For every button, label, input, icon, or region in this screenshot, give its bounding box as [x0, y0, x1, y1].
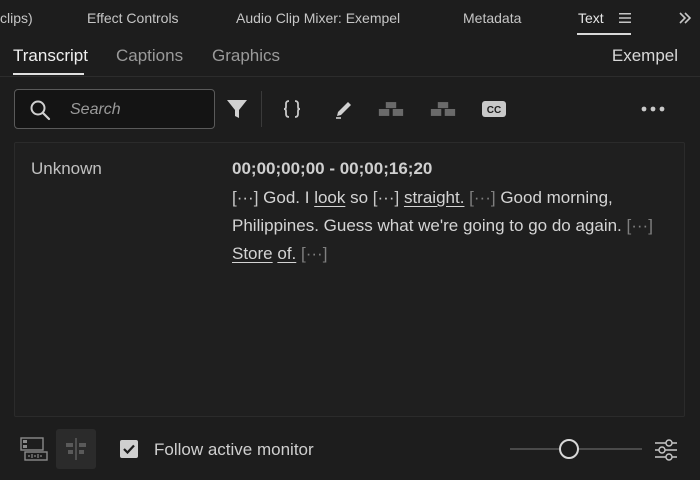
panel-tab-bar: clips) Effect Controls Audio Clip Mixer:…	[0, 0, 700, 38]
more-options-icon[interactable]	[640, 96, 666, 122]
panel-menu-icon[interactable]	[618, 11, 632, 25]
transcript-word[interactable]: Store	[232, 244, 273, 263]
active-subtab-underline	[13, 73, 84, 75]
search-icon	[30, 100, 51, 121]
sequence-name: Exempel	[611, 46, 678, 65]
split-speaker-icon[interactable]	[430, 96, 456, 122]
svg-text:CC: CC	[487, 105, 501, 116]
pause-marker[interactable]: [···]	[232, 188, 258, 207]
pause-marker[interactable]: [···]	[301, 244, 327, 263]
filter-icon[interactable]	[224, 96, 250, 122]
follow-monitor-checkbox[interactable]	[120, 440, 138, 458]
tab-effect-controls[interactable]: Effect Controls	[87, 10, 179, 26]
tab-metadata[interactable]: Metadata	[463, 10, 521, 26]
subtab-captions[interactable]: Captions	[116, 46, 183, 66]
subtab-graphics[interactable]: Graphics	[212, 46, 280, 66]
transcript-word[interactable]: look	[314, 188, 345, 207]
tab-audio-clip-mixer[interactable]: Audio Clip Mixer: Exempel	[236, 10, 400, 26]
subtab-transcript[interactable]: Transcript	[13, 46, 88, 66]
transcript-word[interactable]: God. I	[258, 188, 314, 207]
text-panel-subtabs: Transcript Captions Graphics Exempel	[0, 38, 700, 78]
settings-sliders-icon[interactable]	[653, 437, 679, 463]
align-segments-icon[interactable]	[56, 429, 96, 469]
search-field[interactable]	[14, 89, 215, 129]
follow-monitor-label: Follow active monitor	[154, 440, 314, 459]
pause-marker[interactable]: [···]	[469, 188, 495, 207]
tab-clips[interactable]: clips)	[0, 10, 33, 26]
pause-marker[interactable]: [···]	[373, 188, 399, 207]
transcript-panel: Unknown 00;00;00;00 - 00;00;16;20 [···] …	[14, 142, 685, 417]
edit-pencil-icon[interactable]	[331, 96, 357, 122]
active-tab-underline	[577, 33, 631, 35]
sequence-clip-icon[interactable]	[14, 429, 54, 469]
transcript-word[interactable]: of.	[277, 244, 296, 263]
toolbar-separator	[261, 91, 262, 127]
pause-marker[interactable]: [···]	[627, 216, 653, 235]
checkmark-icon	[123, 444, 135, 455]
tab-text[interactable]: Text	[578, 10, 604, 26]
transcript-word[interactable]: straight.	[404, 188, 464, 207]
segment-timecode: 00;00;00;00 - 00;00;16;20	[232, 159, 433, 178]
transcript-text[interactable]: [···] God. I look so [···] straight. [··…	[232, 184, 662, 268]
zoom-slider-thumb[interactable]	[559, 439, 580, 459]
cc-captions-icon[interactable]: CC	[481, 96, 507, 122]
merge-segments-icon[interactable]	[378, 96, 404, 122]
double-chevron-right-icon[interactable]	[678, 11, 692, 25]
divider	[0, 76, 700, 77]
search-input[interactable]	[70, 99, 210, 121]
transcript-word[interactable]: so	[345, 188, 372, 207]
split-segment-icon[interactable]	[279, 96, 305, 122]
speaker-label[interactable]: Unknown	[31, 159, 102, 179]
